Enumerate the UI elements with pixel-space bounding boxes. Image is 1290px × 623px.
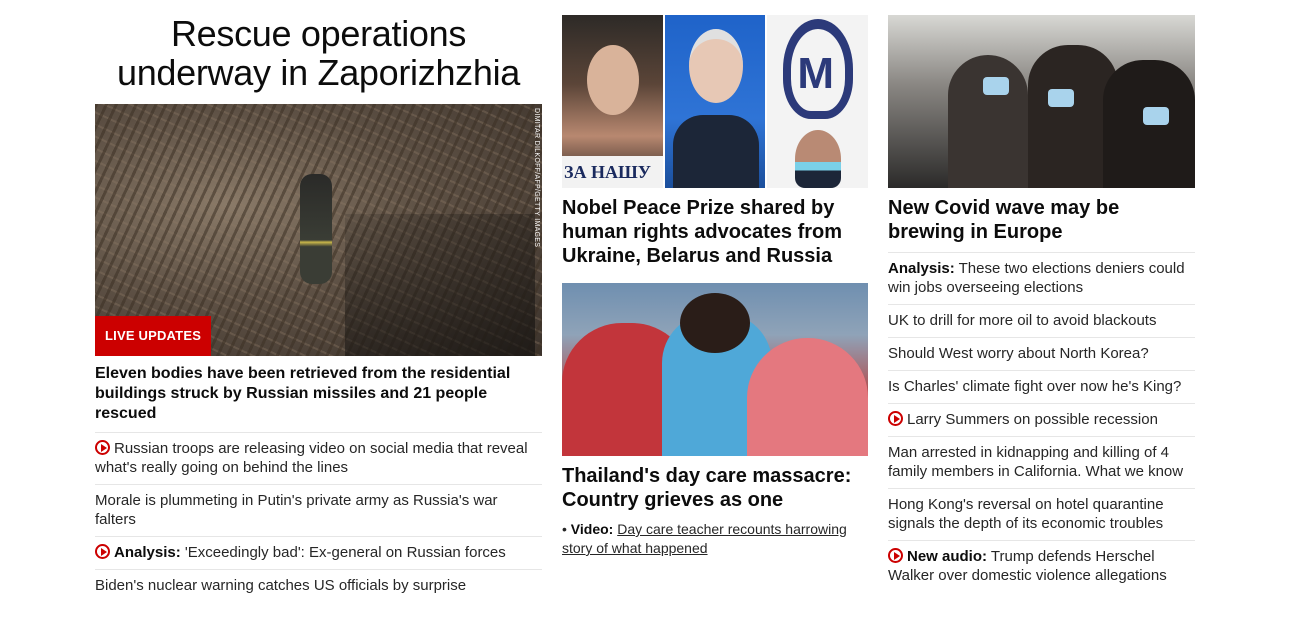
list-item-text: 'Exceedingly bad': Ex-general on Russian…	[184, 544, 506, 561]
thailand-story-headline[interactable]: Thailand's day care massacre: Country gr…	[562, 464, 868, 512]
list-item-text: Should West worry about North Korea?	[888, 345, 1149, 362]
play-circle-icon	[95, 440, 110, 455]
play-circle-icon	[888, 411, 903, 426]
image-detail	[345, 214, 535, 356]
live-updates-badge[interactable]: LIVE UPDATES	[95, 316, 212, 356]
nobel-story-image[interactable]: ЗА НАШУ	[562, 15, 869, 188]
bullet: •	[562, 521, 567, 537]
photo-credit: DIMITAR DILKOFF/AFP/GETTY IMAGES	[533, 108, 540, 248]
image-panel-man	[664, 15, 766, 188]
list-item[interactable]: Is Charles' climate fight over now he's …	[888, 370, 1195, 403]
covid-story-image[interactable]	[888, 15, 1195, 188]
list-item-text: UK to drill for more oil to avoid blacko…	[888, 312, 1157, 329]
list-item[interactable]: Morale is plummeting in Putin's private …	[95, 484, 542, 536]
image-detail	[747, 338, 868, 456]
image-detail	[680, 293, 750, 353]
image-detail	[948, 55, 1028, 188]
middle-story-column: ЗА НАШУ Nobel Peace Prize shared by huma…	[562, 0, 869, 558]
list-item[interactable]: Should West worry about North Korea?	[888, 337, 1195, 370]
sign-text: ЗА НАШУ	[562, 156, 663, 188]
lead-story-column: Rescue operations underway in Zaporizhzh…	[95, 0, 542, 602]
nobel-story-headline[interactable]: Nobel Peace Prize shared by human rights…	[562, 196, 868, 268]
lead-story-image[interactable]: DIMITAR DILKOFF/AFP/GETTY IMAGES LIVE UP…	[95, 104, 542, 356]
list-item[interactable]: Man arrested in kidnapping and killing o…	[888, 436, 1195, 488]
lead-story-links: Russian troops are releasing video on so…	[95, 432, 542, 602]
memorial-logo-icon	[783, 19, 854, 119]
image-detail-mask	[1048, 89, 1074, 107]
list-item[interactable]: New audio: Trump defends Herschel Walker…	[888, 540, 1195, 592]
thailand-story-image[interactable]	[562, 283, 868, 456]
list-item[interactable]: Analysis: 'Exceedingly bad': Ex-general …	[95, 536, 542, 569]
list-item[interactable]: Hong Kong's reversal on hotel quarantine…	[888, 488, 1195, 540]
list-item[interactable]: Larry Summers on possible recession	[888, 403, 1195, 436]
lead-story-headline[interactable]: Eleven bodies have been retrieved from t…	[95, 364, 542, 424]
list-item-text: Is Charles' climate fight over now he's …	[888, 378, 1182, 395]
image-panel-logo	[767, 15, 869, 188]
sub-item-label: Video:	[570, 521, 614, 537]
image-detail-rescuer	[300, 174, 332, 284]
thailand-video-link[interactable]: • Video: Day care teacher recounts harro…	[562, 520, 868, 558]
list-item-label: Analysis:	[114, 544, 181, 561]
image-detail-mask	[1143, 107, 1169, 125]
list-item[interactable]: Biden's nuclear warning catches US offic…	[95, 569, 542, 602]
list-item[interactable]: UK to drill for more oil to avoid blacko…	[888, 304, 1195, 337]
right-story-column: New Covid wave may be brewing in Europe …	[888, 0, 1195, 592]
image-detail	[688, 29, 743, 103]
list-item-text: Larry Summers on possible recession	[907, 411, 1158, 428]
image-detail	[795, 130, 842, 188]
list-item-label: Analysis:	[888, 260, 955, 277]
list-item-text: Biden's nuclear warning catches US offic…	[95, 577, 467, 594]
list-item[interactable]: Analysis: These two elections deniers co…	[888, 252, 1195, 304]
list-item-text: Man arrested in kidnapping and killing o…	[888, 444, 1184, 480]
headline-list: Analysis: These two elections deniers co…	[888, 252, 1195, 592]
play-circle-icon	[888, 548, 903, 563]
list-item-label: New audio:	[907, 548, 988, 565]
play-circle-icon	[95, 544, 110, 559]
list-item[interactable]: Russian troops are releasing video on so…	[95, 432, 542, 484]
covid-story-headline[interactable]: New Covid wave may be brewing in Europe	[888, 196, 1195, 244]
list-item-text: Morale is plummeting in Putin's private …	[95, 492, 498, 528]
list-item-text: Russian troops are releasing video on so…	[95, 440, 528, 476]
image-detail	[587, 45, 639, 115]
image-detail-mask	[983, 77, 1009, 95]
lead-story-title[interactable]: Rescue operations underway in Zaporizhzh…	[95, 14, 542, 92]
image-detail	[672, 115, 759, 188]
list-item-text: Hong Kong's reversal on hotel quarantine…	[888, 496, 1164, 532]
image-panel-woman: ЗА НАШУ	[562, 15, 663, 188]
